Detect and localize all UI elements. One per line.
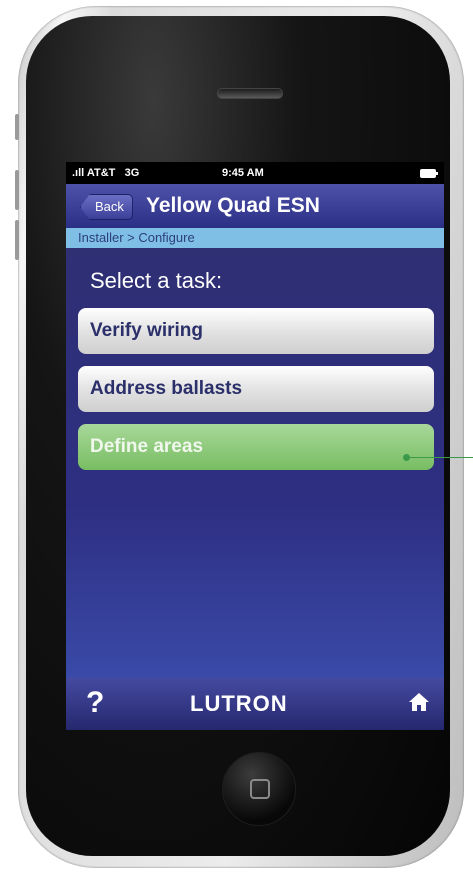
brand-logo: LUTRON	[190, 691, 288, 716]
task-define-areas-button[interactable]: Define areas	[78, 424, 434, 470]
task-verify-wiring-button[interactable]: Verify wiring	[78, 308, 434, 354]
home-square-icon	[250, 779, 270, 799]
device-screen: .ıll AT&T 3G 9:45 AM Back Yellow Quad ES…	[66, 162, 444, 730]
home-icon[interactable]	[408, 692, 430, 717]
clock: 9:45 AM	[222, 167, 264, 179]
callout-line	[407, 457, 473, 458]
breadcrumb: Installer > Configure	[66, 228, 444, 248]
task-heading: Select a task:	[90, 268, 223, 293]
hardware-home-button[interactable]	[222, 752, 296, 826]
network-label: 3G	[124, 167, 140, 179]
mute-switch	[15, 114, 19, 140]
task-list-panel: Select a task: Verify wiring Address bal…	[66, 248, 444, 678]
page-title: Yellow Quad ESN	[146, 194, 320, 217]
bottom-toolbar: ? LUTRON	[66, 678, 444, 730]
signal-indicator: .ıll AT&T 3G	[72, 167, 139, 179]
status-bar: .ıll AT&T 3G 9:45 AM	[66, 162, 444, 184]
battery-icon	[420, 169, 438, 178]
signal-bars-icon: .ıll	[72, 167, 85, 179]
volume-up-button	[15, 170, 19, 210]
volume-down-button	[15, 220, 19, 260]
task-address-ballasts-button[interactable]: Address ballasts	[78, 366, 434, 412]
earpiece-speaker	[217, 88, 283, 99]
back-button[interactable]: Back	[80, 194, 133, 220]
help-button[interactable]: ?	[86, 686, 104, 720]
navigation-bar: Back Yellow Quad ESN	[66, 184, 444, 228]
carrier-label: AT&T	[86, 167, 116, 179]
